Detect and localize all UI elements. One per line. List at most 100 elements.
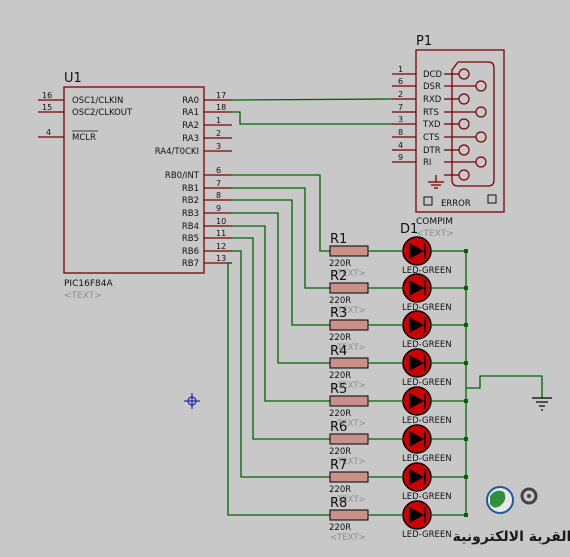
led-4[interactable]: LED-GREEN bbox=[402, 348, 468, 388]
serial-wires bbox=[231, 98, 393, 125]
resistor-body bbox=[329, 395, 369, 407]
error-indicator-icon bbox=[423, 196, 433, 206]
schematic-diagram: U1 PIC16F84A <TEXT> 16 15 4 OSC1/CLKIN O… bbox=[38, 34, 570, 545]
led-part-label: LED-GREEN bbox=[402, 340, 452, 350]
p1-pin-num-1: 1 bbox=[398, 65, 403, 74]
portb-wire-5 bbox=[232, 237, 330, 440]
portb-wire-2 bbox=[232, 199, 330, 326]
portb-wires bbox=[227, 174, 330, 516]
led-part-label: LED-GREEN bbox=[402, 378, 452, 388]
portb-wire-6 bbox=[232, 250, 330, 478]
resistor-ref: R4 bbox=[330, 344, 347, 359]
ground-bus bbox=[465, 251, 552, 514]
p1-serial-port[interactable]: P1 COMPIM <TEXT> ERROR 1 6 2 7 3 8 4 9 D… bbox=[392, 34, 505, 239]
u1-pin-num-11: 11 bbox=[216, 229, 226, 238]
u1-pin-name-mclr: MCLR bbox=[72, 133, 96, 143]
p1-pin-lines bbox=[392, 73, 416, 163]
resistor-value: 220R bbox=[329, 409, 351, 419]
resistor-ref: R6 bbox=[330, 420, 347, 435]
u1-pin-name-rb5: RB5 bbox=[182, 234, 199, 244]
p1-ground-icon bbox=[428, 175, 444, 189]
led-part-label: LED-GREEN bbox=[402, 530, 452, 540]
u1-pin-name-ra0: RA0 bbox=[182, 96, 199, 106]
watermark-logo: القرية الالكترونية bbox=[453, 486, 570, 545]
led-7[interactable]: LED-GREEN bbox=[402, 462, 468, 502]
u1-pin-name-ra3: RA3 bbox=[182, 134, 199, 144]
u1-pin-num-8: 8 bbox=[216, 191, 221, 200]
p1-pin-name-rxd: RXD bbox=[423, 95, 442, 105]
resistor-value: 220R bbox=[329, 371, 351, 381]
u1-pin-name-rb3: RB3 bbox=[182, 209, 199, 219]
resistor-body bbox=[329, 319, 369, 331]
u1-pin-name-ra2: RA2 bbox=[182, 121, 199, 131]
p1-pin-name-cts: CTS bbox=[423, 133, 440, 143]
portb-wire-4 bbox=[232, 225, 330, 402]
led-part-label: LED-GREEN bbox=[402, 266, 452, 276]
p1-pin-num-2: 2 bbox=[398, 90, 403, 99]
u1-ref: U1 bbox=[64, 71, 82, 86]
p1-pin-num-9: 9 bbox=[398, 153, 403, 162]
led-part-label: LED-GREEN bbox=[402, 303, 452, 313]
u1-pin-name-rb2: RB2 bbox=[182, 196, 199, 206]
wire-ra1-txd bbox=[232, 111, 392, 125]
d1-ref: D1 bbox=[400, 222, 418, 237]
led-6[interactable]: LED-GREEN bbox=[402, 424, 468, 464]
resistor-ref: R2 bbox=[330, 269, 347, 284]
u1-pin-num-3: 3 bbox=[216, 142, 221, 151]
resistor-ref: R8 bbox=[330, 496, 347, 511]
p1-part: COMPIM bbox=[416, 217, 453, 227]
resistor-ref: R7 bbox=[330, 458, 347, 473]
resistor-ref: R3 bbox=[330, 306, 347, 321]
resistor-body bbox=[329, 433, 369, 445]
led-part-label: LED-GREEN bbox=[402, 454, 452, 464]
u1-pin-num-15: 15 bbox=[42, 103, 52, 112]
ground-icon bbox=[532, 397, 552, 411]
led-1[interactable]: LED-GREEN bbox=[402, 236, 468, 276]
u1-microcontroller[interactable]: U1 PIC16F84A <TEXT> 16 15 4 OSC1/CLKIN O… bbox=[38, 71, 232, 301]
u1-pin-num-2: 2 bbox=[216, 129, 221, 138]
u1-pin-name-rb4: RB4 bbox=[182, 222, 199, 232]
resistor-r8[interactable]: R8 220R<TEXT> bbox=[329, 496, 404, 543]
u1-pin-num-17: 17 bbox=[216, 91, 226, 100]
led-5[interactable]: LED-GREEN bbox=[402, 386, 468, 426]
watermark-text: القرية الالكترونية bbox=[453, 529, 570, 545]
u1-pin-num-18: 18 bbox=[216, 103, 226, 112]
u1-pin-num-6: 6 bbox=[216, 166, 221, 175]
p1-ref: P1 bbox=[416, 34, 432, 49]
led-part-label: LED-GREEN bbox=[402, 416, 452, 426]
u1-pin-num-10: 10 bbox=[216, 217, 226, 226]
p1-pin-num-6: 6 bbox=[398, 77, 403, 86]
resistor-value: 220R bbox=[329, 523, 351, 533]
resistor-ref: R5 bbox=[330, 382, 347, 397]
p1-pin-name-dcd: DCD bbox=[423, 70, 442, 80]
resistor-body bbox=[329, 282, 369, 294]
u1-pin-name-rb0: RB0/INT bbox=[165, 171, 200, 181]
p1-error-label: ERROR bbox=[441, 199, 471, 209]
u1-pin-name-ra4: RA4/T0CKI bbox=[155, 147, 199, 157]
led-2[interactable]: LED-GREEN bbox=[402, 273, 468, 313]
u1-pin-name-rb6: RB6 bbox=[182, 247, 199, 257]
resistor-body bbox=[329, 357, 369, 369]
resistor-array[interactable]: R1220R<TEXT>R2220R<TEXT>R3220R<TEXT>R422… bbox=[329, 232, 404, 543]
resistor-body bbox=[329, 245, 369, 257]
error-indicator-right-icon bbox=[487, 194, 497, 204]
p1-pin-name-txd: TXD bbox=[422, 120, 441, 130]
u1-pin-num-13: 13 bbox=[216, 254, 226, 263]
led-array[interactable]: LED-GREEN LED-GREEN LED-GREEN LED-GREEN LED-… bbox=[402, 236, 468, 540]
resistor-ref: R1 bbox=[330, 232, 347, 247]
u1-pin-name-osc1: OSC1/CLKIN bbox=[72, 96, 123, 106]
p1-pin-name-dtr: DTR bbox=[423, 146, 441, 156]
cursor-crosshair-icon bbox=[184, 393, 200, 409]
u1-pin-num-16: 16 bbox=[42, 91, 52, 100]
u1-part: PIC16F84A bbox=[64, 279, 113, 289]
resistor-value: 220R bbox=[329, 485, 351, 495]
u1-pin-num-7: 7 bbox=[216, 179, 221, 188]
u1-pin-num-4: 4 bbox=[46, 128, 51, 137]
led-3[interactable]: LED-GREEN bbox=[402, 310, 468, 350]
u1-pin-num-9: 9 bbox=[216, 204, 221, 213]
p1-pin-name-dsr: DSR bbox=[423, 82, 441, 92]
resistor-body bbox=[329, 471, 369, 483]
resistor-value: 220R bbox=[329, 259, 351, 269]
p1-pin-name-rts: RTS bbox=[423, 108, 439, 118]
p1-internal-leads bbox=[444, 73, 476, 176]
